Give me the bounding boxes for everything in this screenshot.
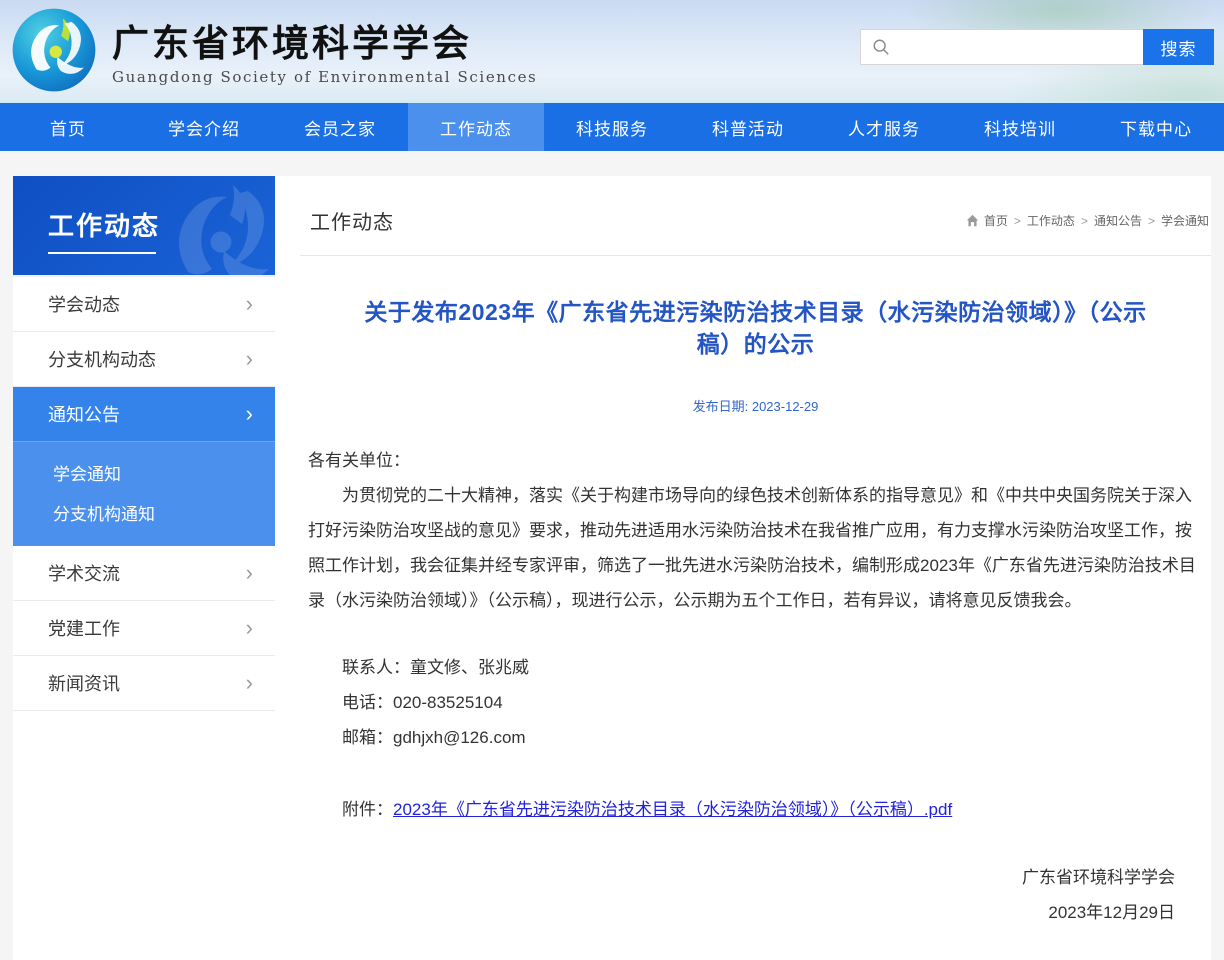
main-content: 工作动态 首页 > 工作动态 > 通知公告 > 学会通知 关于发布2023年《广…: [275, 176, 1211, 960]
sidebar-submenu: 学会通知 分支机构通知: [13, 442, 275, 546]
attachment-label: 附件：: [342, 800, 393, 819]
body-paragraph: 为贯彻党的二十大精神，落实《关于构建市场导向的绿色技术创新体系的指导意见》和《中…: [308, 478, 1203, 618]
sidebar-item-label: 新闻资讯: [48, 670, 120, 696]
breadcrumb-home[interactable]: 首页: [984, 212, 1008, 229]
sidebar-item-label: 党建工作: [48, 615, 120, 641]
sidebar-item-label: 分支机构动态: [48, 346, 156, 372]
contact-email: 邮箱：gdhjxh@126.com: [308, 720, 1203, 755]
nav-item-home[interactable]: 首页: [0, 103, 136, 151]
nav-item-work-news[interactable]: 工作动态: [408, 103, 544, 151]
nav-item-download-center[interactable]: 下载中心: [1088, 103, 1224, 151]
signature-org: 广东省环境科学学会: [308, 860, 1175, 895]
brand: 广东省环境科学学会 Guangdong Society of Environme…: [10, 6, 537, 94]
sidebar-item-notices[interactable]: 通知公告 ›: [13, 387, 275, 442]
salutation: 各有关单位：: [308, 443, 1203, 478]
article-body: 各有关单位： 为贯彻党的二十大精神，落实《关于构建市场导向的绿色技术创新体系的指…: [308, 443, 1203, 618]
article: 关于发布2023年《广东省先进污染防治技术目录（水污染防治领域）》（公示稿）的公…: [300, 296, 1211, 930]
site-title: 广东省环境科学学会: [112, 21, 537, 65]
sidebar-title: 工作动态: [48, 206, 275, 243]
attachment-pdf-link[interactable]: 2023年《广东省先进污染防治技术目录（水污染防治领域）》（公示稿）.pdf: [393, 800, 952, 819]
search-input[interactable]: [898, 32, 1143, 62]
brand-text: 广东省环境科学学会 Guangdong Society of Environme…: [112, 15, 537, 86]
sidebar-item-party-building[interactable]: 党建工作 ›: [13, 601, 275, 656]
nav-item-tech-training[interactable]: 科技培训: [952, 103, 1088, 151]
sidebar-subitem-society-notice[interactable]: 学会通知: [13, 452, 275, 492]
chevron-right-icon: ›: [246, 403, 253, 425]
chevron-right-icon: ›: [246, 348, 253, 370]
sidebar-header: 工作动态: [13, 176, 275, 275]
breadcrumb-separator: >: [1014, 214, 1021, 228]
section-bar: 工作动态 首页 > 工作动态 > 通知公告 > 学会通知: [300, 176, 1211, 256]
nav-item-tech-service[interactable]: 科技服务: [544, 103, 680, 151]
signature-date: 2023年12月29日: [308, 895, 1175, 930]
search-input-wrap: [860, 29, 1143, 65]
sidebar: 工作动态 学会动态 › 分支机构动态 › 通知公告 › 学会通知 分支机构通知 …: [13, 176, 275, 711]
signature-block: 广东省环境科学学会 2023年12月29日: [308, 860, 1203, 930]
sidebar-item-news-info[interactable]: 新闻资讯 ›: [13, 656, 275, 711]
breadcrumb-notices[interactable]: 通知公告: [1094, 212, 1142, 229]
nav-item-talent-service[interactable]: 人才服务: [816, 103, 952, 151]
sidebar-item-label: 学会动态: [48, 291, 120, 317]
chevron-right-icon: ›: [246, 562, 253, 584]
contact-person: 联系人：童文修、张兆威: [308, 650, 1203, 685]
site-logo-icon: [10, 6, 98, 94]
breadcrumb-separator: >: [1148, 214, 1155, 228]
site-subtitle: Guangdong Society of Environmental Scien…: [112, 68, 537, 86]
sidebar-item-academic-exchange[interactable]: 学术交流 ›: [13, 546, 275, 601]
breadcrumb: 首页 > 工作动态 > 通知公告 > 学会通知: [966, 212, 1209, 229]
nav-item-about[interactable]: 学会介绍: [136, 103, 272, 151]
search-icon: [872, 38, 890, 56]
contact-block: 联系人：童文修、张兆威 电话：020-83525104 邮箱：gdhjxh@12…: [308, 650, 1203, 755]
content-wrapper: 工作动态 学会动态 › 分支机构动态 › 通知公告 › 学会通知 分支机构通知 …: [13, 176, 1211, 960]
sidebar-title-underline: [48, 252, 156, 254]
sidebar-item-society-news[interactable]: 学会动态 ›: [13, 277, 275, 332]
chevron-right-icon: ›: [246, 293, 253, 315]
breadcrumb-society-notice[interactable]: 学会通知: [1161, 212, 1209, 229]
attachment-line: 附件：2023年《广东省先进污染防治技术目录（水污染防治领域）》（公示稿）.pd…: [308, 792, 1203, 827]
breadcrumb-separator: >: [1081, 214, 1088, 228]
nav-item-members[interactable]: 会员之家: [272, 103, 408, 151]
main-nav: 首页 学会介绍 会员之家 工作动态 科技服务 科普活动 人才服务 科技培训 下载…: [0, 103, 1224, 151]
search-area: 搜索: [860, 29, 1214, 65]
nav-item-science-popularization[interactable]: 科普活动: [680, 103, 816, 151]
sidebar-item-label: 学术交流: [48, 560, 120, 586]
breadcrumb-work-news[interactable]: 工作动态: [1027, 212, 1075, 229]
contact-phone: 电话：020-83525104: [308, 685, 1203, 720]
sidebar-item-label: 通知公告: [48, 401, 120, 427]
chevron-right-icon: ›: [246, 617, 253, 639]
publish-date: 发布日期: 2023-12-29: [308, 396, 1203, 415]
sidebar-item-branch-news[interactable]: 分支机构动态 ›: [13, 332, 275, 387]
article-title: 关于发布2023年《广东省先进污染防治技术目录（水污染防治领域）》（公示稿）的公…: [348, 296, 1163, 360]
sidebar-menu: 学会动态 › 分支机构动态 › 通知公告 › 学会通知 分支机构通知 学术交流 …: [13, 275, 275, 711]
chevron-right-icon: ›: [246, 672, 253, 694]
sidebar-subitem-branch-notice[interactable]: 分支机构通知: [13, 492, 275, 532]
site-header: 广东省环境科学学会 Guangdong Society of Environme…: [0, 0, 1224, 103]
search-button[interactable]: 搜索: [1143, 29, 1214, 65]
page-title: 工作动态: [310, 206, 394, 235]
home-icon: [966, 214, 979, 227]
